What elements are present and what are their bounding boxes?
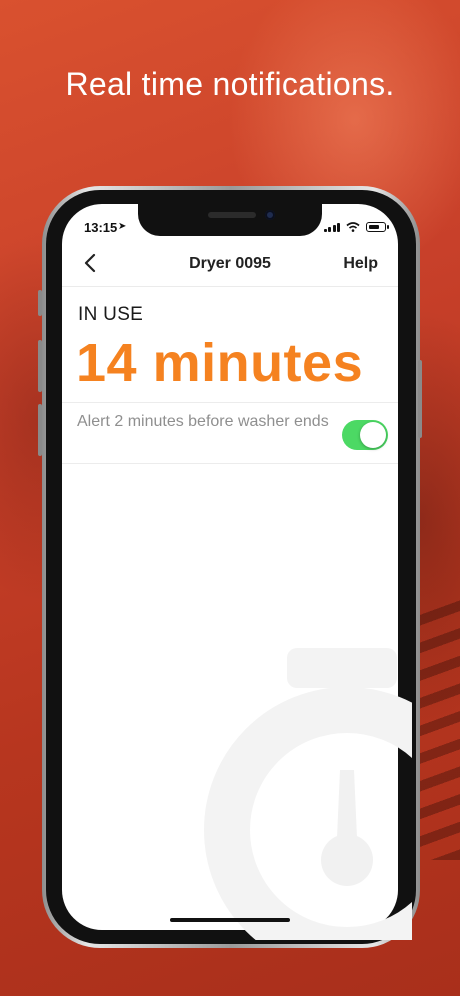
back-button[interactable] bbox=[78, 249, 102, 277]
status-time: 13:15 bbox=[84, 220, 118, 235]
wifi-icon bbox=[346, 222, 360, 232]
page-title: Dryer 0095 bbox=[189, 255, 271, 272]
location-icon: ➤ bbox=[118, 221, 127, 232]
promo-headline: Real time notifications. bbox=[65, 66, 395, 102]
status-indicators bbox=[323, 222, 389, 232]
toggle-knob bbox=[360, 422, 386, 448]
alert-label: Alert 2 minutes before washer ends bbox=[77, 413, 329, 430]
divider bbox=[62, 402, 398, 403]
divider bbox=[62, 463, 398, 464]
chevron-left-icon bbox=[84, 253, 96, 273]
machine-status: IN USE bbox=[78, 304, 144, 325]
power-button bbox=[418, 360, 422, 438]
mute-switch bbox=[38, 290, 42, 316]
help-button[interactable]: Help bbox=[343, 255, 378, 273]
battery-icon bbox=[366, 222, 389, 232]
nav-divider bbox=[62, 286, 398, 287]
time-remaining: 14 minutes bbox=[76, 333, 364, 393]
stopwatch-icon bbox=[204, 648, 412, 940]
speaker-grille bbox=[208, 212, 256, 218]
volume-down-button bbox=[38, 404, 42, 456]
home-indicator[interactable] bbox=[170, 918, 290, 922]
alert-toggle[interactable] bbox=[342, 420, 388, 450]
front-camera bbox=[265, 210, 275, 220]
phone-notch bbox=[138, 204, 322, 236]
signal-icon bbox=[323, 222, 340, 232]
volume-up-button bbox=[38, 340, 42, 392]
